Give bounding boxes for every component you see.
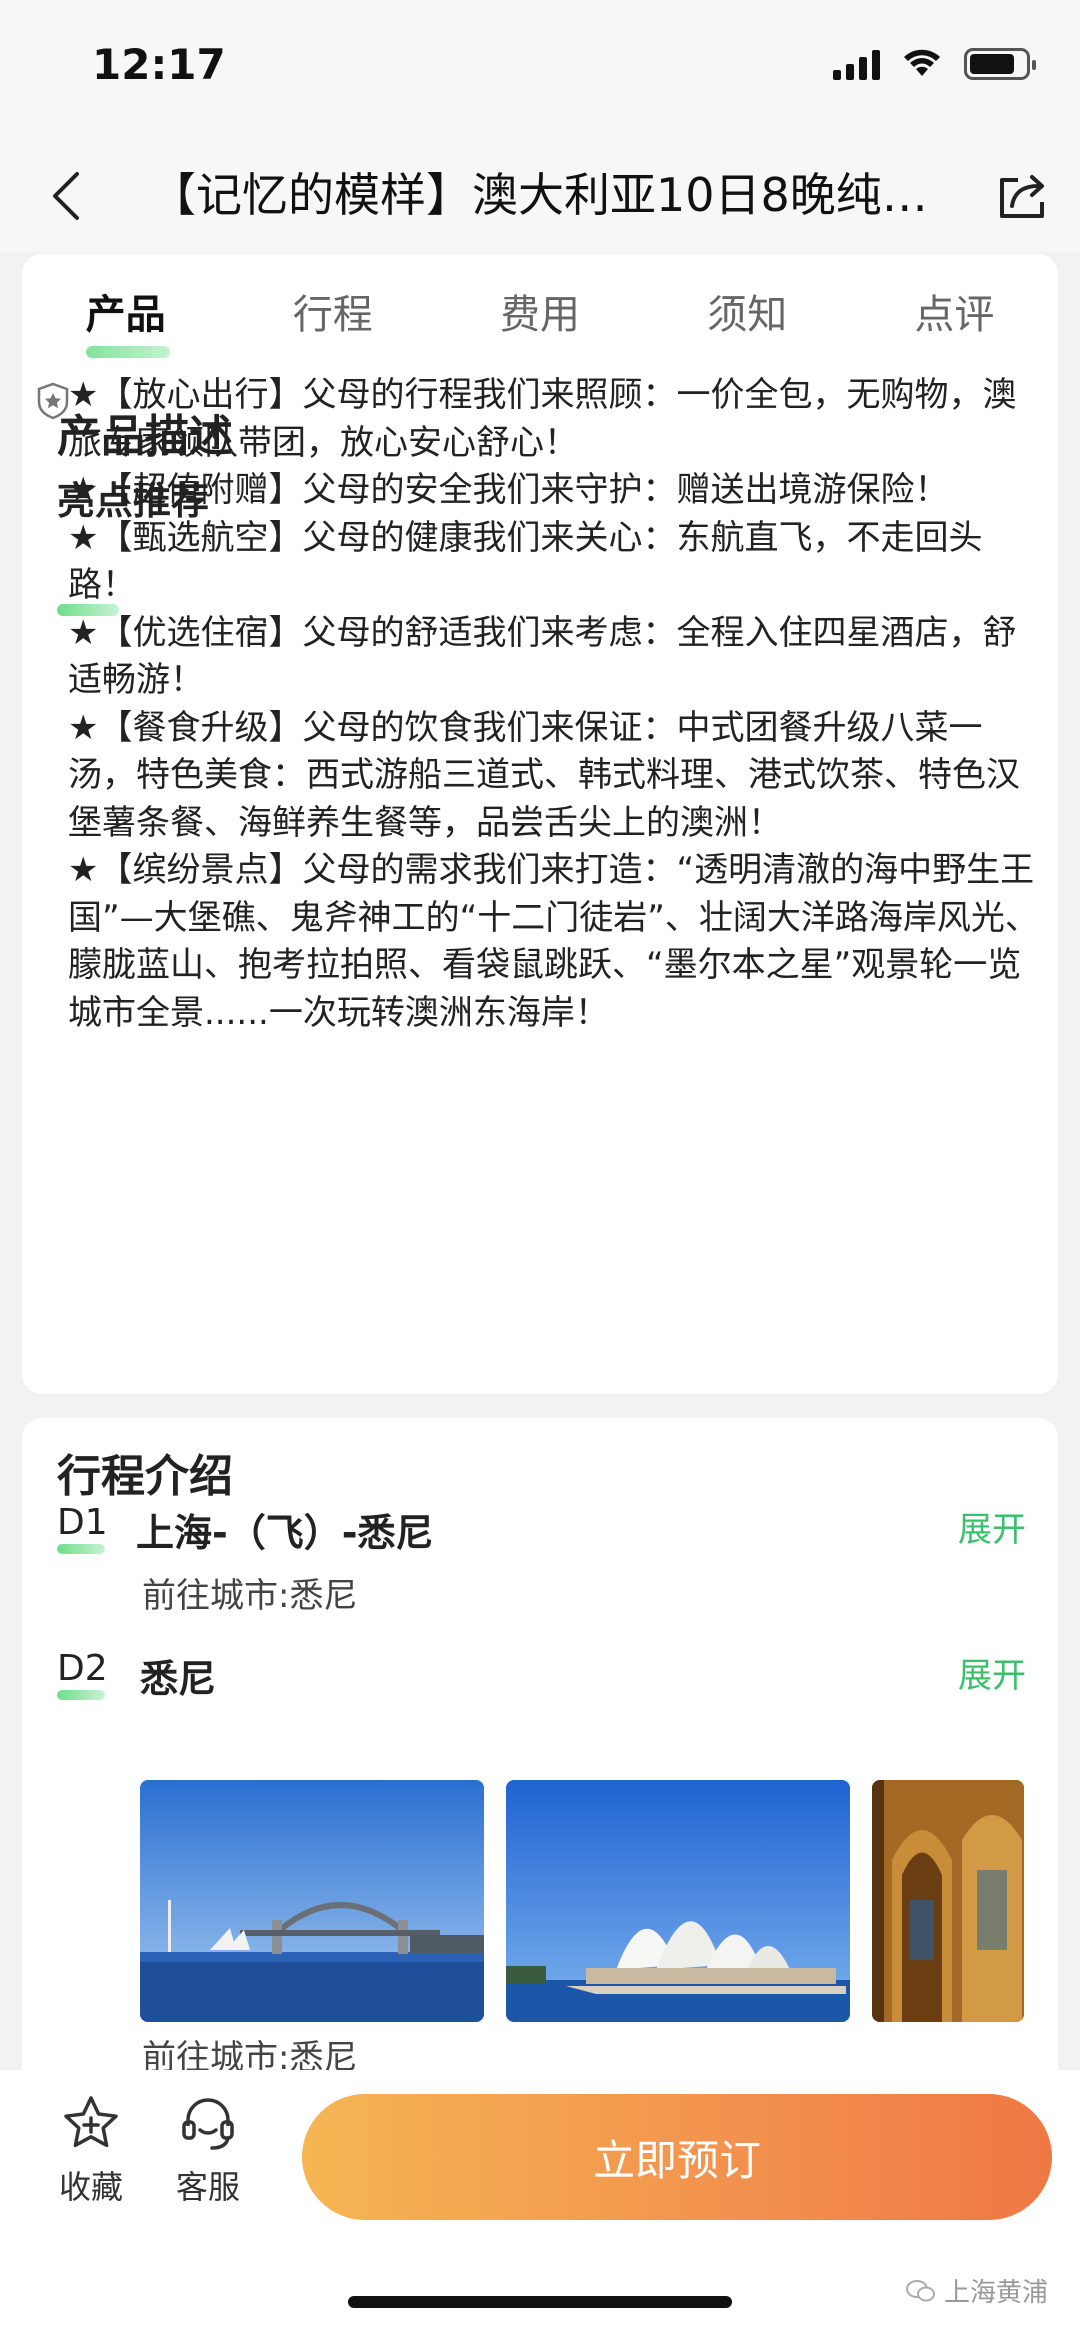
tab-notice[interactable]: 须知 xyxy=(644,280,851,360)
status-icons xyxy=(833,48,1036,80)
day-underline xyxy=(57,1544,105,1554)
signal-icon xyxy=(833,48,880,80)
back-button[interactable] xyxy=(36,166,96,226)
expand-link[interactable]: 展开 xyxy=(958,1648,1026,1697)
expand-link[interactable]: 展开 xyxy=(958,1502,1026,1551)
wifi-icon xyxy=(904,49,940,76)
photo-cathedral[interactable] xyxy=(872,1780,1024,2022)
tab-reviews[interactable]: 点评 xyxy=(851,280,1058,360)
customer-service-button[interactable]: 客服 xyxy=(153,2094,263,2208)
day-title: 悉尼 xyxy=(140,1657,217,1701)
badge-icon xyxy=(37,382,69,420)
day-label: D1 xyxy=(57,1502,108,1543)
page-title: 【记忆的模样】澳大利亚10日8晚纯… xyxy=(150,168,928,222)
day-title: 上海-（飞）-悉尼 xyxy=(136,1511,434,1555)
tab-cost[interactable]: 费用 xyxy=(436,280,643,360)
tab-label: 产品 xyxy=(85,292,166,338)
book-now-label: 立即预订 xyxy=(592,2135,761,2185)
day-label: D2 xyxy=(57,1648,108,1689)
product-card: 产品 行程 费用 须知 点评 产品描述 亮点推荐 ★【放心出行】父母的行程我们来… xyxy=(22,254,1058,1394)
share-button[interactable] xyxy=(992,166,1052,226)
chevron-left-icon xyxy=(53,172,79,220)
favorite-label: 收藏 xyxy=(58,2168,123,2206)
tab-product[interactable]: 产品 xyxy=(22,280,229,360)
photo-carousel[interactable] xyxy=(140,1780,1024,2022)
highlights-text: ★【放心出行】父母的行程我们来照顾：一价全包，无购物，澳旅专家领队带团，放心安心… xyxy=(68,375,1039,1033)
watermark-text: 上海黄浦 xyxy=(943,2278,1048,2308)
tab-label: 须知 xyxy=(707,292,788,338)
share-icon xyxy=(1000,175,1044,218)
headset-icon xyxy=(182,2098,234,2150)
photo-opera-house[interactable] xyxy=(506,1780,850,2022)
nav-bar: 【记忆的模样】澳大利亚10日8晚纯… xyxy=(0,140,1080,252)
service-label: 客服 xyxy=(175,2168,240,2206)
status-time: 12:17 xyxy=(92,40,226,89)
status-bar: 12:17 xyxy=(0,0,1080,140)
wechat-icon xyxy=(905,2279,935,2301)
star-add-icon xyxy=(64,2096,118,2148)
day-underline xyxy=(57,1690,105,1700)
favorite-button[interactable]: 收藏 xyxy=(36,2094,146,2208)
home-indicator xyxy=(348,2296,732,2308)
book-now-button[interactable]: 立即预订 xyxy=(302,2094,1052,2220)
section-title-itinerary: 行程介绍 xyxy=(57,1451,233,1502)
tab-label: 费用 xyxy=(500,292,580,338)
tab-label: 行程 xyxy=(292,292,373,338)
tab-label: 点评 xyxy=(914,292,995,338)
day-city: 前往城市:悉尼 xyxy=(142,1576,358,1616)
photo-harbour-bridge[interactable] xyxy=(140,1780,484,2022)
tab-itinerary[interactable]: 行程 xyxy=(229,280,436,360)
watermark: 上海黄浦 xyxy=(905,2272,1048,2309)
tab-active-indicator xyxy=(85,346,170,358)
battery-icon xyxy=(964,48,1036,80)
tab-bar: 产品 行程 费用 须知 点评 xyxy=(22,280,1058,360)
